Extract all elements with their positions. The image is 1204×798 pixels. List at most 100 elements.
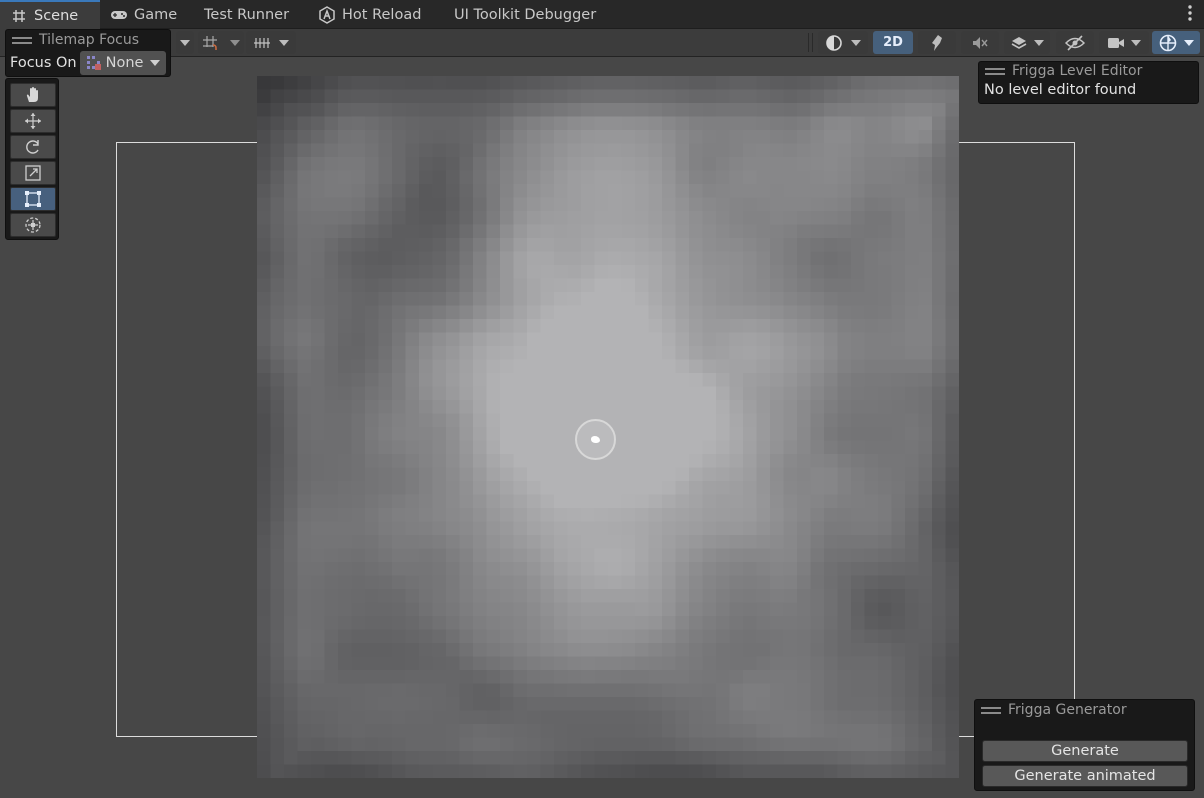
noise-pixel bbox=[405, 211, 420, 226]
noise-pixel bbox=[635, 737, 650, 752]
noise-pixel bbox=[905, 319, 920, 334]
generate-button[interactable]: Generate bbox=[982, 740, 1188, 762]
noise-pixel bbox=[797, 670, 812, 685]
effects-button[interactable] bbox=[1004, 31, 1050, 54]
noise-pixel bbox=[797, 373, 812, 388]
noise-pixel bbox=[446, 197, 461, 212]
noise-pixel bbox=[297, 400, 312, 415]
noise-pixel bbox=[783, 386, 798, 401]
noise-pixel bbox=[608, 643, 623, 658]
overlay-header[interactable]: Frigga Level Editor bbox=[985, 63, 1142, 79]
noise-pixel bbox=[540, 319, 555, 334]
generate-animated-button[interactable]: Generate animated bbox=[982, 765, 1188, 787]
noise-pixel bbox=[918, 589, 933, 604]
noise-pixel bbox=[284, 467, 299, 482]
tab-ui-toolkit-debugger[interactable]: UI Toolkit Debugger bbox=[444, 0, 606, 29]
focus-on-dropdown[interactable]: None bbox=[79, 51, 166, 75]
noise-pixel bbox=[797, 710, 812, 725]
tab-test-runner[interactable]: Test Runner bbox=[194, 0, 299, 29]
noise-pixel bbox=[459, 508, 474, 523]
object-marker[interactable] bbox=[575, 419, 616, 460]
noise-pixel bbox=[419, 89, 434, 104]
scene-visibility-toggle[interactable] bbox=[1056, 31, 1094, 54]
shading-mode-button[interactable] bbox=[818, 31, 868, 54]
overlay-header[interactable]: Frigga Generator bbox=[981, 702, 1127, 718]
rect-tool-button[interactable] bbox=[10, 187, 56, 211]
noise-pixel bbox=[324, 319, 339, 334]
noise-pixel bbox=[540, 400, 555, 415]
hand-tool-button[interactable] bbox=[10, 83, 56, 107]
grid-snapping-button[interactable] bbox=[198, 31, 244, 54]
scale-tool-button[interactable] bbox=[10, 161, 56, 185]
noise-pixel bbox=[513, 508, 528, 523]
noise-pixel bbox=[432, 184, 447, 199]
2d-mode-toggle[interactable]: 2D bbox=[873, 31, 913, 54]
noise-pixel bbox=[338, 116, 353, 131]
draw-mode-dropdown[interactable] bbox=[176, 31, 194, 54]
noise-pixel bbox=[527, 670, 542, 685]
noise-pixel bbox=[594, 737, 609, 752]
scene-viewport[interactable] bbox=[0, 57, 1204, 798]
noise-pixel bbox=[554, 197, 569, 212]
noise-pixel bbox=[581, 292, 596, 307]
tab-game[interactable]: Game bbox=[100, 0, 187, 29]
noise-pixel bbox=[851, 629, 866, 644]
noise-pixel bbox=[540, 89, 555, 104]
noise-pixel bbox=[270, 697, 285, 712]
noise-pixel bbox=[891, 332, 906, 347]
noise-pixel bbox=[851, 197, 866, 212]
scene-camera-button[interactable] bbox=[1099, 31, 1149, 54]
noise-pixel bbox=[743, 670, 758, 685]
tab-hot-reload[interactable]: Hot Reload bbox=[308, 0, 431, 29]
noise-pixel bbox=[554, 103, 569, 118]
noise-pixel bbox=[378, 724, 393, 739]
tab-scene[interactable]: Scene bbox=[0, 0, 100, 29]
noise-pixel bbox=[932, 184, 947, 199]
increment-snap-button[interactable] bbox=[246, 31, 296, 54]
noise-pixel bbox=[392, 562, 407, 577]
noise-pixel bbox=[446, 76, 461, 91]
noise-pixel bbox=[446, 251, 461, 266]
noise-pixel bbox=[270, 157, 285, 172]
noise-pixel bbox=[662, 467, 677, 482]
noise-pixel bbox=[716, 89, 731, 104]
noise-pixel bbox=[365, 346, 380, 361]
noise-pixel bbox=[500, 184, 515, 199]
noise-pixel bbox=[500, 427, 515, 442]
drag-handle-icon[interactable] bbox=[985, 67, 1005, 75]
noise-pixel bbox=[810, 292, 825, 307]
noise-pixel bbox=[756, 602, 771, 617]
noise-pixel bbox=[648, 427, 663, 442]
noise-pixel bbox=[608, 724, 623, 739]
noise-pixel bbox=[567, 616, 582, 631]
overlay-header[interactable]: Tilemap Focus bbox=[12, 31, 139, 49]
noise-pixel bbox=[702, 683, 717, 698]
noise-pixel bbox=[702, 724, 717, 739]
noise-pixel bbox=[351, 89, 366, 104]
drag-handle-icon[interactable] bbox=[981, 706, 1001, 714]
noise-pixel bbox=[284, 616, 299, 631]
noise-pixel bbox=[729, 521, 744, 536]
transform-tool-button[interactable] bbox=[10, 213, 56, 237]
noise-pixel bbox=[581, 130, 596, 145]
audio-toggle[interactable] bbox=[961, 31, 999, 54]
noise-pixel bbox=[905, 373, 920, 388]
lighting-toggle[interactable] bbox=[918, 31, 956, 54]
noise-pixel bbox=[797, 251, 812, 266]
noise-pixel bbox=[662, 494, 677, 509]
noise-pixel bbox=[702, 184, 717, 199]
noise-pixel bbox=[270, 386, 285, 401]
noise-pixel bbox=[743, 683, 758, 698]
noise-pixel bbox=[513, 224, 528, 239]
noise-pixel bbox=[338, 764, 353, 778]
noise-pixel bbox=[486, 143, 501, 158]
more-options-icon[interactable] bbox=[1188, 4, 1192, 27]
noise-pixel bbox=[594, 508, 609, 523]
noise-pixel bbox=[513, 521, 528, 536]
drag-handle-icon[interactable] bbox=[12, 36, 32, 44]
noise-pixel bbox=[797, 170, 812, 185]
gizmos-button[interactable] bbox=[1152, 31, 1200, 54]
move-tool-button[interactable] bbox=[10, 109, 56, 133]
noise-pixel bbox=[702, 224, 717, 239]
rotate-tool-button[interactable] bbox=[10, 135, 56, 159]
